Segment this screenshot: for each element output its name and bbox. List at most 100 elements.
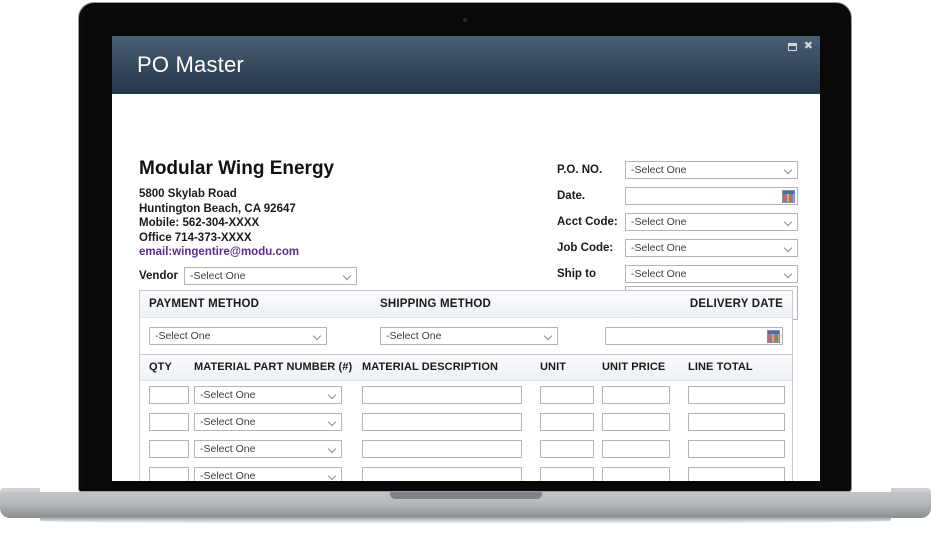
chevron-down-icon (329, 473, 336, 480)
unit-input[interactable] (540, 440, 594, 458)
table-header-row: QTY MATERIAL PART NUMBER (#) MATERIAL DE… (140, 355, 792, 381)
part-number-select[interactable]: -Select One (194, 467, 342, 481)
address-line-1: 5800 Skylab Road (139, 188, 237, 200)
qty-input[interactable] (149, 413, 189, 431)
restore-icon (787, 42, 797, 51)
ship-to-label: Ship to (557, 267, 596, 280)
part-number-value: -Select One (200, 470, 256, 481)
payment-shipping-band: PAYMENT METHOD SHIPPING METHOD DELIVERY … (139, 290, 793, 355)
table-row: -Select One (140, 381, 792, 408)
column-header-unit: UNIT (540, 361, 567, 373)
date-input[interactable] (625, 186, 798, 205)
unit-price-input[interactable] (602, 413, 670, 431)
calendar-icon[interactable] (782, 189, 795, 203)
job-code-row: Job Code: -Select One (557, 238, 798, 257)
line-total-input[interactable] (688, 467, 785, 481)
delivery-date-input[interactable] (605, 327, 783, 345)
chevron-down-icon (329, 446, 336, 453)
company-address-block: 5800 Skylab Road Huntington Beach, CA 92… (139, 187, 299, 260)
part-number-value: -Select One (200, 416, 256, 428)
window-controls: ✖ (787, 41, 813, 52)
chevron-down-icon (329, 419, 336, 426)
part-number-select[interactable]: -Select One (194, 440, 342, 458)
vendor-row: Vendor -Select One (139, 267, 357, 285)
shipping-method-value: -Select One (386, 330, 442, 342)
band-body-row: -Select One -Select One (140, 318, 792, 354)
acct-code-select[interactable]: -Select One (625, 212, 798, 231)
vendor-select[interactable]: -Select One (184, 267, 357, 285)
unit-input[interactable] (540, 413, 594, 431)
qty-input[interactable] (149, 467, 189, 481)
laptop-screen: PO Master ✖ Modular Wing Energy 5800 Sky… (112, 36, 820, 481)
payment-method-value: -Select One (155, 330, 211, 342)
job-code-label: Job Code: (557, 241, 614, 254)
table-row: -Select One (140, 435, 792, 462)
email-link[interactable]: email:wingentire@modu.com (139, 245, 299, 260)
chevron-down-icon (545, 333, 552, 340)
chevron-down-icon (785, 167, 792, 174)
po-number-select[interactable]: -Select One (625, 160, 798, 179)
order-details-column: P.O. NO. -Select One Date. Acct Code: -S… (557, 160, 798, 320)
line-total-input[interactable] (688, 440, 785, 458)
unit-input[interactable] (540, 467, 594, 481)
column-header-part-number: MATERIAL PART NUMBER (#) (194, 361, 353, 373)
chevron-down-icon (314, 333, 321, 340)
job-code-select[interactable]: -Select One (625, 238, 798, 257)
line-total-input[interactable] (688, 413, 785, 431)
calendar-icon[interactable] (767, 330, 780, 343)
close-button[interactable]: ✖ (804, 41, 813, 52)
chevron-down-icon (329, 392, 336, 399)
table-row: -Select One (140, 462, 792, 481)
company-name: Modular Wing Energy (139, 158, 335, 179)
column-header-description: MATERIAL DESCRIPTION (362, 361, 499, 373)
part-number-value: -Select One (200, 443, 256, 455)
laptop-base-shadow (40, 517, 891, 524)
part-number-value: -Select One (200, 389, 256, 401)
part-number-select[interactable]: -Select One (194, 413, 342, 431)
part-number-select[interactable]: -Select One (194, 386, 342, 404)
window-title: PO Master (137, 52, 244, 77)
delivery-date-header: DELIVERY DATE (689, 298, 783, 310)
description-input[interactable] (362, 386, 522, 404)
unit-input[interactable] (540, 386, 594, 404)
address-line-2: Huntington Beach, CA 92647 (139, 202, 296, 215)
ship-to-select[interactable]: -Select One (625, 264, 798, 283)
screenshot-stage: PO Master ✖ Modular Wing Energy 5800 Sky… (0, 0, 931, 535)
payment-method-header: PAYMENT METHOD (149, 298, 260, 310)
laptop-base-lip (390, 492, 542, 499)
app-body: Modular Wing Energy 5800 Skylab Road Hun… (112, 94, 820, 481)
chevron-down-icon (785, 245, 792, 252)
ship-to-value: -Select One (631, 267, 687, 280)
header-form-section: Modular Wing Energy 5800 Skylab Road Hun… (112, 94, 820, 324)
band-header-row: PAYMENT METHOD SHIPPING METHOD DELIVERY … (140, 291, 792, 318)
restore-button[interactable] (787, 42, 797, 51)
qty-input[interactable] (149, 386, 189, 404)
vendor-select-value: -Select One (190, 270, 246, 282)
payment-method-select[interactable]: -Select One (149, 327, 327, 345)
description-input[interactable] (362, 467, 522, 481)
acct-code-value: -Select One (631, 215, 687, 228)
unit-price-input[interactable] (602, 386, 670, 404)
table-row: -Select One (140, 408, 792, 435)
chevron-down-icon (344, 273, 351, 280)
line-total-input[interactable] (688, 386, 785, 404)
date-row: Date. (557, 186, 798, 205)
column-header-line-total: LINE TOTAL (688, 361, 753, 373)
window-titlebar: PO Master ✖ (112, 36, 820, 94)
po-number-label: P.O. NO. (557, 163, 603, 176)
unit-price-input[interactable] (602, 467, 670, 481)
line-items-table: QTY MATERIAL PART NUMBER (#) MATERIAL DE… (139, 354, 793, 481)
shipping-method-select[interactable]: -Select One (380, 327, 558, 345)
shipping-method-header: SHIPPING METHOD (380, 298, 491, 310)
description-input[interactable] (362, 440, 522, 458)
job-code-value: -Select One (631, 241, 687, 254)
ship-to-row: Ship to -Select One (557, 264, 798, 283)
date-label: Date. (557, 189, 586, 202)
webcam-icon (463, 18, 467, 22)
unit-price-input[interactable] (602, 440, 670, 458)
chevron-down-icon (785, 271, 792, 278)
qty-input[interactable] (149, 440, 189, 458)
description-input[interactable] (362, 413, 522, 431)
vendor-label: Vendor (139, 270, 178, 282)
acct-code-label: Acct Code: (557, 215, 618, 228)
